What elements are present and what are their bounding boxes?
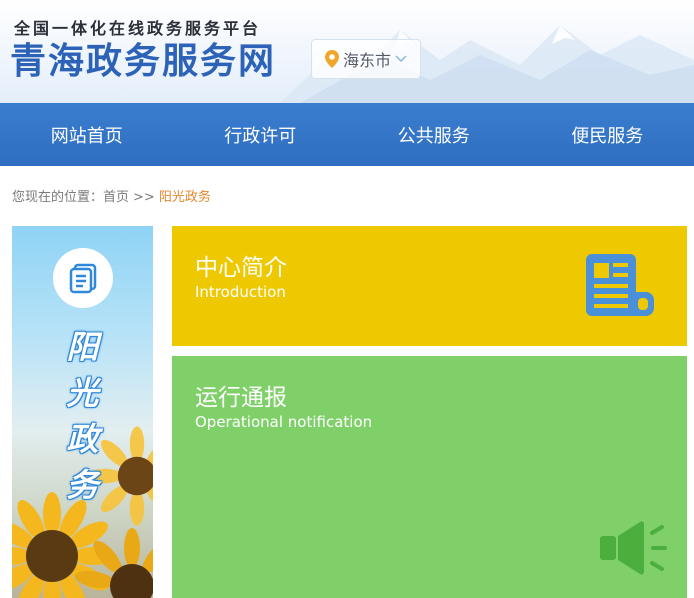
header: 全国一体化在线政务服务平台 青海政务服务网 海东市 <box>0 0 694 103</box>
platform-slogan: 全国一体化在线政务服务平台 <box>14 19 262 38</box>
sunshine-government-banner[interactable]: 阳 光 政 务 <box>12 226 153 598</box>
banner-vertical-title: 阳 光 政 务 <box>12 324 153 508</box>
city-name: 海东市 <box>342 51 391 70</box>
site-title[interactable]: 青海政务服务网 <box>10 40 276 84</box>
banner-char: 光 <box>66 374 99 412</box>
city-selector[interactable]: 海东市 <box>311 39 421 79</box>
breadcrumb-current: 阳光政务 <box>158 190 211 205</box>
banner-char: 政 <box>66 420 99 458</box>
breadcrumb-home-link[interactable]: 首页 <box>103 190 129 205</box>
card-title: 运行通报 <box>195 385 287 411</box>
location-pin-icon <box>324 50 339 68</box>
card-title: 中心简介 <box>195 255 287 281</box>
main-nav: 网站首页 行政许可 公共服务 便民服务 <box>0 103 694 166</box>
nav-item-home[interactable]: 网站首页 <box>0 103 174 166</box>
breadcrumb-separator: >> <box>133 190 155 205</box>
document-list-icon <box>53 248 113 308</box>
banner-char: 务 <box>66 466 99 504</box>
operational-notification-card[interactable]: 运行通报 Operational notification <box>172 356 687 598</box>
nav-item-admin-permit[interactable]: 行政许可 <box>174 103 348 166</box>
newspaper-icon <box>586 254 654 316</box>
nav-item-convenience-service[interactable]: 便民服务 <box>521 103 694 166</box>
card-subtitle: Operational notification <box>195 413 373 431</box>
center-introduction-card[interactable]: 中心简介 Introduction <box>172 226 687 346</box>
nav-item-public-service[interactable]: 公共服务 <box>347 103 521 166</box>
breadcrumb: 您现在的位置：首页 >> 阳光政务 <box>12 186 211 205</box>
card-subtitle: Introduction <box>195 283 286 301</box>
breadcrumb-prefix: 您现在的位置： <box>12 190 104 205</box>
speaker-icon <box>600 521 667 575</box>
chevron-down-icon <box>395 55 407 63</box>
banner-char: 阳 <box>66 328 99 366</box>
